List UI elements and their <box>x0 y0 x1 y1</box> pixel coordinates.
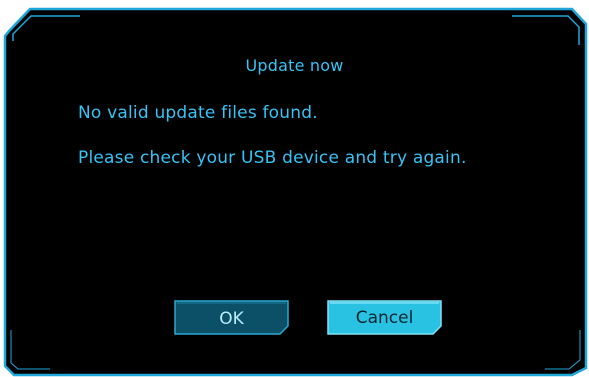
message-line-1: No valid update files found. <box>78 103 318 123</box>
ok-button-label: OK <box>219 309 244 329</box>
cancel-button-label: Cancel <box>355 308 414 328</box>
update-dialog: Update now No valid update files found. … <box>0 0 589 377</box>
cancel-button[interactable]: Cancel <box>327 300 442 335</box>
dialog-title: Update now <box>245 56 344 75</box>
ok-button[interactable]: OK <box>174 300 289 335</box>
message-line-2: Please check your USB device and try aga… <box>78 148 467 168</box>
